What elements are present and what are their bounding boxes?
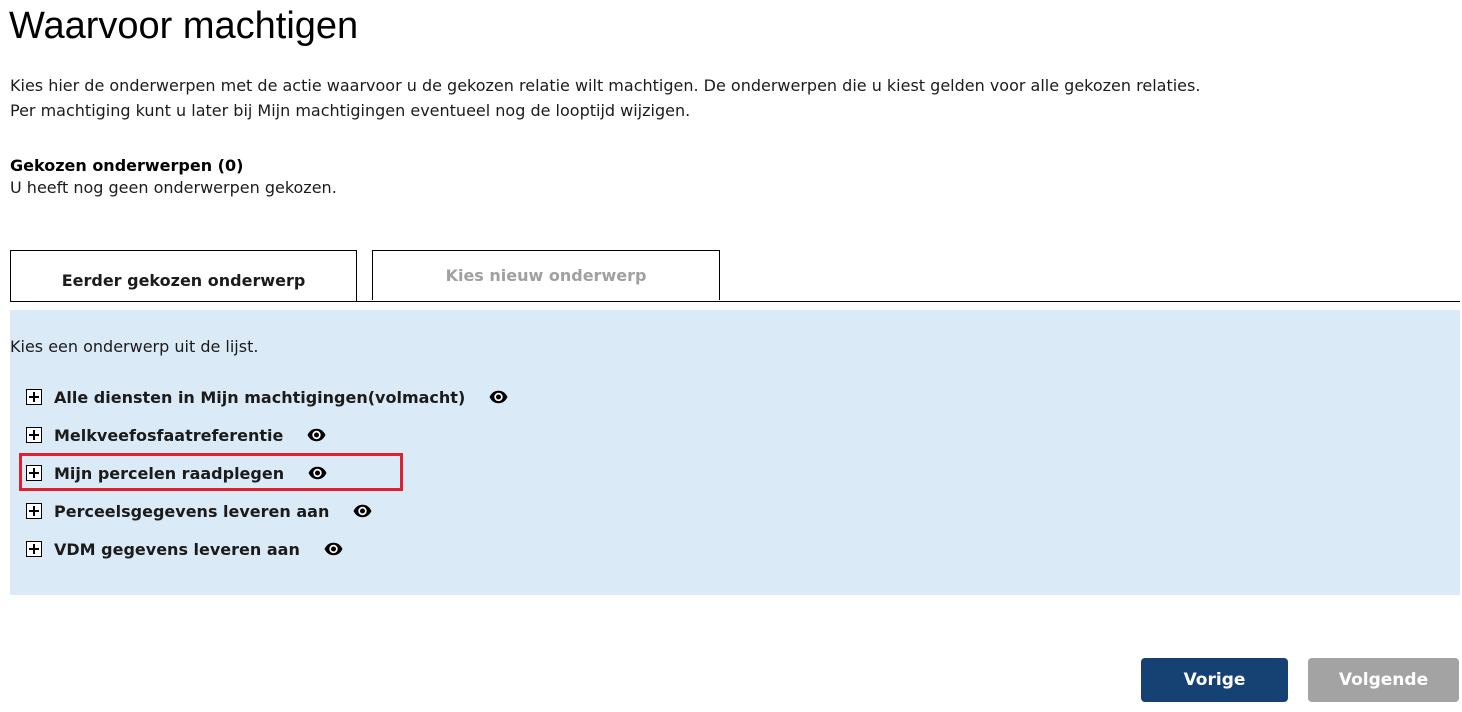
tab-previously-chosen-topic[interactable]: Eerder gekozen onderwerp: [10, 250, 357, 301]
chosen-topics-title: Gekozen onderwerpen (0): [10, 156, 244, 175]
next-button[interactable]: Volgende: [1308, 658, 1459, 702]
list-item: Alle diensten in Mijn machtigingen(volma…: [26, 378, 508, 416]
expand-plus-icon[interactable]: [26, 389, 42, 405]
chosen-topics-empty-text: U heeft nog geen onderwerpen gekozen.: [10, 178, 337, 197]
expand-plus-icon[interactable]: [26, 541, 42, 557]
page-title: Waarvoor machtigen: [9, 5, 359, 47]
topic-label[interactable]: Perceelsgegevens leveren aan: [54, 502, 329, 521]
eye-icon[interactable]: [324, 542, 343, 556]
list-item: Mijn percelen raadplegen: [26, 454, 508, 492]
panel-hint: Kies een onderwerp uit de lijst.: [10, 337, 259, 356]
topic-list: Alle diensten in Mijn machtigingen(volma…: [26, 378, 508, 568]
intro-line-2: Per machtiging kunt u later bij Mijn mac…: [10, 101, 691, 120]
eye-icon[interactable]: [353, 504, 372, 518]
topic-label[interactable]: Melkveefosfaatreferentie: [54, 426, 283, 445]
expand-plus-icon[interactable]: [26, 465, 42, 481]
expand-plus-icon[interactable]: [26, 427, 42, 443]
topic-label[interactable]: Alle diensten in Mijn machtigingen(volma…: [54, 388, 465, 407]
list-item: Perceelsgegevens leveren aan: [26, 492, 508, 530]
page: Waarvoor machtigen Kies hier de onderwer…: [0, 0, 1462, 712]
topic-label[interactable]: Mijn percelen raadplegen: [54, 464, 284, 483]
eye-icon[interactable]: [308, 466, 327, 480]
intro-line-1: Kies hier de onderwerpen met de actie wa…: [10, 76, 1201, 95]
intro-text: Kies hier de onderwerpen met de actie wa…: [10, 73, 1460, 123]
topic-panel: Kies een onderwerp uit de lijst. Alle di…: [10, 310, 1460, 595]
expand-plus-icon[interactable]: [26, 503, 42, 519]
list-item: VDM gegevens leveren aan: [26, 530, 508, 568]
topic-label[interactable]: VDM gegevens leveren aan: [54, 540, 300, 559]
eye-icon[interactable]: [307, 428, 326, 442]
eye-icon[interactable]: [489, 390, 508, 404]
tab-choose-new-topic[interactable]: Kies nieuw onderwerp: [372, 250, 720, 300]
previous-button[interactable]: Vorige: [1141, 658, 1288, 702]
chosen-topics-section: Gekozen onderwerpen (0) U heeft nog geen…: [10, 155, 337, 199]
topic-tabs: Eerder gekozen onderwerp Kies nieuw onde…: [10, 250, 1460, 302]
list-item: Melkveefosfaatreferentie: [26, 416, 508, 454]
